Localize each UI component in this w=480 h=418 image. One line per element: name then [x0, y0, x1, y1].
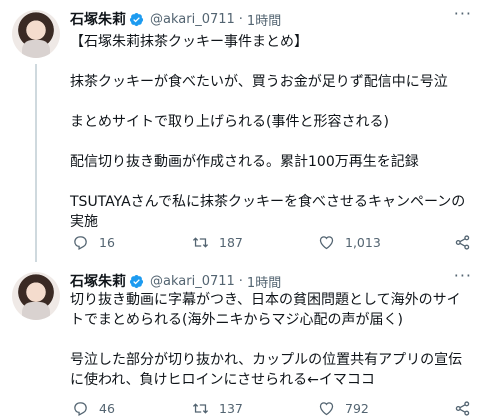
- like-button[interactable]: 1,013: [318, 234, 381, 251]
- author-handle[interactable]: @akari_0711: [150, 274, 235, 289]
- reply-button[interactable]: 16: [72, 234, 115, 251]
- tweet-text: 切り抜き動画に字幕がつき、日本の貧困問題として海外のサイトでまとめられる(海外ニ…: [70, 290, 472, 390]
- retweet-icon: [192, 236, 209, 248]
- reply-icon: [74, 401, 87, 416]
- timestamp[interactable]: 1時間: [247, 10, 281, 29]
- like-count: 1,013: [345, 234, 381, 250]
- tweet-paragraph: 配信切り抜き動画が作成される。累計100万再生を記録: [70, 154, 419, 170]
- tweet-text: 【石塚朱莉抹茶クッキー事件まとめ】 抹茶クッキーが食べたいが、買うお金が足りず配…: [70, 32, 472, 232]
- share-button[interactable]: [454, 234, 480, 251]
- more-icon[interactable]: ···: [454, 266, 472, 285]
- retweet-count: 187: [219, 234, 243, 250]
- reply-icon: [74, 235, 87, 250]
- reply-count: 46: [99, 400, 115, 416]
- tweet-paragraph: TSUTAYAさんで私に抹茶クッキーを食べさせるキャンペーンの実施: [70, 194, 466, 230]
- separator-dot: ·: [238, 11, 243, 27]
- retweet-button[interactable]: 137: [192, 400, 243, 417]
- like-icon: [319, 235, 334, 249]
- tweet-1[interactable]: 石塚朱莉 @akari_0711 · 1時間 ··· 【石塚朱莉抹茶クッキー事件…: [0, 0, 480, 262]
- retweet-icon: [192, 402, 209, 414]
- avatar[interactable]: [12, 272, 60, 320]
- retweet-button[interactable]: 187: [192, 234, 243, 251]
- tweet-2[interactable]: 石塚朱莉 @akari_0711 · 1時間 ··· 切り抜き動画に字幕がつき、…: [0, 262, 480, 417]
- like-icon: [319, 401, 334, 415]
- share-icon: [455, 400, 470, 416]
- like-count: 792: [345, 400, 369, 416]
- tweet-paragraph: 切り抜き動画に字幕がつき、日本の貧困問題として海外のサイトでまとめられる(海外ニ…: [70, 292, 461, 328]
- more-icon[interactable]: ···: [454, 4, 472, 23]
- separator-dot: ·: [238, 273, 243, 289]
- retweet-count: 137: [219, 400, 243, 416]
- verified-badge-icon: [129, 12, 144, 26]
- tweet-paragraph: 【石塚朱莉抹茶クッキー事件まとめ】: [70, 34, 308, 50]
- reply-count: 16: [99, 234, 115, 250]
- author-name[interactable]: 石塚朱莉: [70, 271, 126, 291]
- author-handle[interactable]: @akari_0711: [150, 12, 235, 27]
- tweet-paragraph: まとめサイトで取り上げられる(事件と形容される): [70, 114, 389, 130]
- share-icon: [455, 234, 470, 250]
- share-button[interactable]: [454, 400, 480, 417]
- author-name[interactable]: 石塚朱莉: [70, 9, 126, 29]
- tweet-paragraph: 号泣した部分が切り抜かれ、カップルの位置共有アプリの宣伝に使われ、負けヒロインに…: [70, 352, 463, 388]
- tweet-header: 石塚朱莉 @akari_0711 · 1時間: [70, 271, 470, 291]
- verified-badge-icon: [129, 274, 144, 288]
- timestamp[interactable]: 1時間: [247, 272, 281, 291]
- tweet-header: 石塚朱莉 @akari_0711 · 1時間: [70, 9, 470, 29]
- tweet-actions: 46 137 792: [70, 398, 472, 418]
- avatar[interactable]: [12, 10, 60, 58]
- like-button[interactable]: 792: [318, 400, 369, 417]
- thread-connector-line: [35, 64, 37, 262]
- tweet-paragraph: 抹茶クッキーが食べたいが、買うお金が足りず配信中に号泣: [70, 74, 448, 90]
- reply-button[interactable]: 46: [72, 400, 115, 417]
- tweet-actions: 16 187 1,013: [70, 232, 472, 252]
